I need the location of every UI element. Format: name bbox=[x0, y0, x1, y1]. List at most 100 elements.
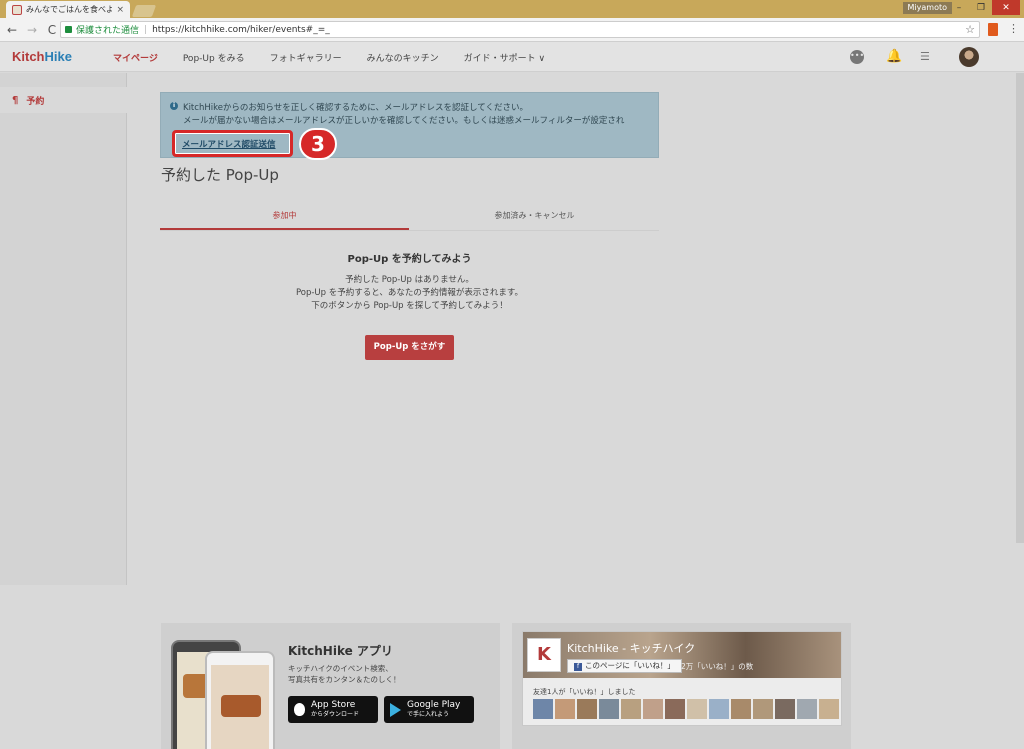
site-header: KitchHike マイページ Pop-Up をみる フォトギャラリー みんなの… bbox=[0, 42, 1024, 72]
friend-avatar[interactable] bbox=[731, 699, 751, 719]
apple-icon bbox=[294, 703, 305, 716]
kitchhike-logo[interactable]: KitchHike bbox=[12, 49, 72, 64]
tab-close-icon[interactable]: × bbox=[116, 5, 124, 15]
back-icon[interactable]: ← bbox=[4, 23, 20, 37]
app-store-button[interactable]: App Store からダウンロード bbox=[288, 696, 378, 723]
app-store-labels: App Store からダウンロード bbox=[311, 699, 360, 719]
window-close-button[interactable]: ✕ bbox=[992, 0, 1020, 15]
food-photo bbox=[221, 695, 261, 717]
friend-avatar[interactable] bbox=[753, 699, 773, 719]
profile-badge[interactable]: Miyamoto bbox=[902, 2, 952, 14]
facebook-like-count: 2万「いいね！」の数 bbox=[681, 662, 754, 671]
logo-part-hike: Hike bbox=[44, 49, 72, 64]
browser-titlebar: みんなでごはんを食べよう主 × Miyamoto – ❐ ✕ bbox=[0, 0, 1024, 18]
friend-avatar[interactable] bbox=[643, 699, 663, 719]
page-scrollbar[interactable] bbox=[1016, 73, 1024, 543]
tab-past-cancelled[interactable]: 参加済み・キャンセル bbox=[410, 205, 659, 230]
facebook-page-plugin: K KitchHike - キッチハイク f このページに「いいね！」 2万「いい… bbox=[522, 631, 842, 726]
browser-menu-icon[interactable]: ⋮ bbox=[1008, 22, 1019, 35]
friend-avatar[interactable] bbox=[599, 699, 619, 719]
google-play-button[interactable]: Google Play で手に入れよう bbox=[384, 696, 474, 723]
app-store-sublabel: からダウンロード bbox=[311, 710, 360, 718]
tab-title: みんなでごはんを食べよう主 bbox=[26, 5, 113, 14]
fork-knife-icon: ¶ bbox=[12, 94, 19, 106]
phone-mockup-front bbox=[205, 651, 275, 749]
friend-avatar[interactable] bbox=[819, 699, 839, 719]
info-icon: i bbox=[170, 102, 178, 110]
alert-message-line1: KitchHikeからのお知らせを正しく確認するために、メールアドレスを認証して… bbox=[183, 103, 528, 113]
friend-avatar[interactable] bbox=[555, 699, 575, 719]
checklist-icon[interactable]: ☰ bbox=[920, 50, 934, 64]
facebook-widget-card: K KitchHike - キッチハイク f このページに「いいね！」 2万「いい… bbox=[512, 623, 851, 749]
facebook-icon: f bbox=[574, 663, 582, 671]
app-description: キッチハイクのイベント検索、 写真共有をカンタン＆たのしく！ bbox=[288, 663, 401, 685]
nav-photo-gallery[interactable]: フォトギャラリー bbox=[270, 51, 342, 64]
facebook-like-button[interactable]: f このページに「いいね！」 bbox=[567, 659, 682, 673]
empty-state-text: 予約した Pop-Up はありません。 Pop-Up を予約すると、あなたの予約… bbox=[160, 274, 659, 313]
forward-icon[interactable]: → bbox=[24, 23, 40, 37]
sidebar-item-reservations[interactable]: ¶ 予約 bbox=[0, 87, 127, 113]
empty-state-line: 下のボタンから Pop-Up を探して予約してみよう！ bbox=[311, 301, 508, 311]
new-tab-button[interactable] bbox=[131, 5, 157, 17]
notification-bell-icon[interactable]: 🔔 bbox=[886, 50, 902, 64]
facebook-page-name[interactable]: KitchHike - キッチハイク bbox=[567, 640, 695, 656]
browser-tab[interactable]: みんなでごはんを食べよう主 × bbox=[6, 1, 130, 18]
google-play-labels: Google Play で手に入れよう bbox=[407, 699, 461, 719]
user-avatar[interactable] bbox=[959, 47, 979, 67]
friend-avatar[interactable] bbox=[533, 699, 553, 719]
sidebar-item-label: 予約 bbox=[26, 96, 45, 107]
facebook-like-label: このページに「いいね！」 bbox=[585, 661, 675, 670]
google-play-icon bbox=[390, 702, 401, 717]
friend-avatar[interactable] bbox=[687, 699, 707, 719]
app-description-line: キッチハイクのイベント検索、 bbox=[288, 664, 393, 673]
reload-icon[interactable]: C bbox=[44, 23, 60, 37]
phone-screen bbox=[211, 665, 269, 749]
friend-avatar[interactable] bbox=[797, 699, 817, 719]
empty-state-line: 予約した Pop-Up はありません。 bbox=[345, 275, 474, 285]
app-promo-card: KitchHike アプリ キッチハイクのイベント検索、 写真共有をカンタン＆た… bbox=[161, 623, 500, 749]
friend-avatar[interactable] bbox=[665, 699, 685, 719]
address-bar[interactable]: 保護された通信 | https://kitchhike.com/hiker/ev… bbox=[60, 21, 980, 38]
nav-kitchens[interactable]: みんなのキッチン bbox=[367, 51, 439, 64]
page-title: 予約した Pop-Up bbox=[161, 166, 279, 184]
lock-icon bbox=[65, 26, 72, 33]
annotation-highlight-box bbox=[172, 130, 293, 157]
facebook-friend-avatars bbox=[533, 699, 841, 719]
reservation-tabs: 参加中 参加済み・キャンセル bbox=[160, 205, 659, 231]
friend-avatar[interactable] bbox=[709, 699, 729, 719]
nav-popup[interactable]: Pop-Up をみる bbox=[183, 51, 245, 64]
secure-connection-label: 保護された通信 bbox=[76, 26, 140, 36]
message-icon[interactable]: ••• bbox=[850, 50, 864, 64]
browser-toolbar: ← → C 保護された通信 | https://kitchhike.com/hi… bbox=[0, 18, 1024, 42]
bookmark-star-icon[interactable]: ☆ bbox=[965, 23, 975, 36]
facebook-cover-photo[interactable]: K KitchHike - キッチハイク f このページに「いいね！」 2万「いい… bbox=[523, 632, 841, 678]
url-text[interactable]: https://kitchhike.com/hiker/events#_=_ bbox=[152, 25, 330, 35]
google-play-label: Google Play bbox=[407, 699, 461, 710]
site-favicon-icon bbox=[12, 4, 22, 15]
app-title: KitchHike アプリ bbox=[288, 644, 393, 658]
sidebar: ¶ 予約 bbox=[0, 73, 127, 585]
tab-active-reservations[interactable]: 参加中 bbox=[160, 205, 409, 230]
empty-state-title: Pop-Up を予約してみよう bbox=[347, 254, 472, 265]
annotation-step-badge: 3 bbox=[299, 128, 337, 160]
kitchhike-page-logo[interactable]: K bbox=[527, 638, 561, 672]
logo-part-kitch: Kitch bbox=[12, 49, 45, 64]
google-play-sublabel: で手に入れよう bbox=[407, 710, 450, 718]
app-description-line: 写真共有をカンタン＆たのしく！ bbox=[288, 675, 401, 684]
find-popup-button[interactable]: Pop-Up をさがす bbox=[365, 335, 454, 360]
nav-mypage[interactable]: マイページ bbox=[113, 51, 158, 64]
friend-avatar[interactable] bbox=[621, 699, 641, 719]
office-extension-icon[interactable] bbox=[988, 23, 998, 36]
friend-avatar[interactable] bbox=[775, 699, 795, 719]
maximize-button[interactable]: ❐ bbox=[970, 0, 992, 15]
minimize-button[interactable]: – bbox=[948, 0, 970, 15]
friend-avatar[interactable] bbox=[577, 699, 597, 719]
empty-state-line: Pop-Up を予約すると、あなたの予約情報が表示されます。 bbox=[295, 288, 524, 298]
app-store-label: App Store bbox=[311, 699, 356, 710]
main-nav: マイページ Pop-Up をみる フォトギャラリー みんなのキッチン ガイド・サ… bbox=[113, 51, 570, 64]
window-controls: – ❐ ✕ bbox=[948, 0, 1020, 15]
facebook-friends-text: 友達1人が「いいね！」しました bbox=[533, 688, 636, 696]
nav-guide-support[interactable]: ガイド・サポート ∨ bbox=[464, 51, 545, 64]
alert-message-line2: メールが届かない場合はメールアドレスが正しいかを確認してください。もしくは迷惑メ… bbox=[183, 116, 625, 126]
url-separator: | bbox=[144, 24, 148, 35]
